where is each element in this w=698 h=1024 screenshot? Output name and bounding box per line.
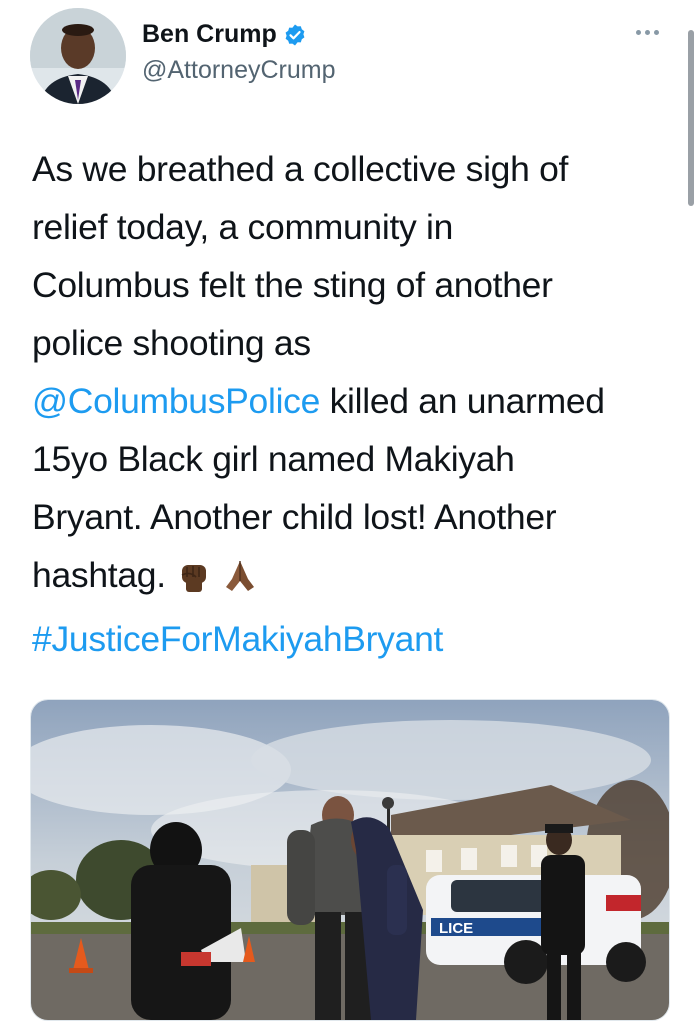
tweet-header: Ben Crump @AttorneyCrump bbox=[0, 0, 698, 206]
news-photo: LICE bbox=[31, 700, 669, 1020]
tweet-line: hashtag. bbox=[32, 546, 672, 610]
hashtag-link[interactable]: #JusticeForMakiyahBryant bbox=[32, 610, 672, 668]
mention-link[interactable]: @ColumbusPolice bbox=[32, 381, 320, 421]
author-name-row[interactable]: Ben Crump bbox=[142, 20, 307, 49]
verified-badge-icon bbox=[285, 24, 305, 45]
avatar-image bbox=[30, 8, 126, 104]
author-handle[interactable]: @AttorneyCrump bbox=[142, 56, 336, 85]
tweet-body: As we breathed a collective sigh of reli… bbox=[32, 140, 672, 668]
tweet-line-text: killed an unarmed bbox=[320, 381, 605, 421]
tweet-line: relief today, a community in bbox=[32, 207, 454, 247]
tweet-line: Columbus felt the sting of another bbox=[32, 265, 553, 305]
police-car-lettering: LICE bbox=[439, 920, 473, 937]
tweet-line: 15yo Black girl named Makiyah bbox=[32, 439, 515, 479]
folded-hands-emoji bbox=[222, 552, 258, 610]
more-options-icon[interactable] bbox=[636, 24, 666, 40]
tweet-line: @ColumbusPolice killed an unarmed bbox=[32, 372, 672, 430]
scrollbar[interactable] bbox=[688, 30, 694, 206]
tweet-media-photo[interactable]: LICE bbox=[30, 699, 670, 1021]
tweet-line: police shooting as bbox=[32, 323, 311, 363]
tweet-line-text: hashtag. bbox=[32, 555, 166, 595]
tweet-line: As we breathed a collective sigh of bbox=[32, 149, 569, 189]
avatar[interactable] bbox=[30, 8, 126, 104]
author-display-name[interactable]: Ben Crump bbox=[142, 20, 277, 49]
tweet-line: Bryant. Another child lost! Another bbox=[32, 497, 557, 537]
raised-fist-emoji bbox=[176, 552, 212, 610]
